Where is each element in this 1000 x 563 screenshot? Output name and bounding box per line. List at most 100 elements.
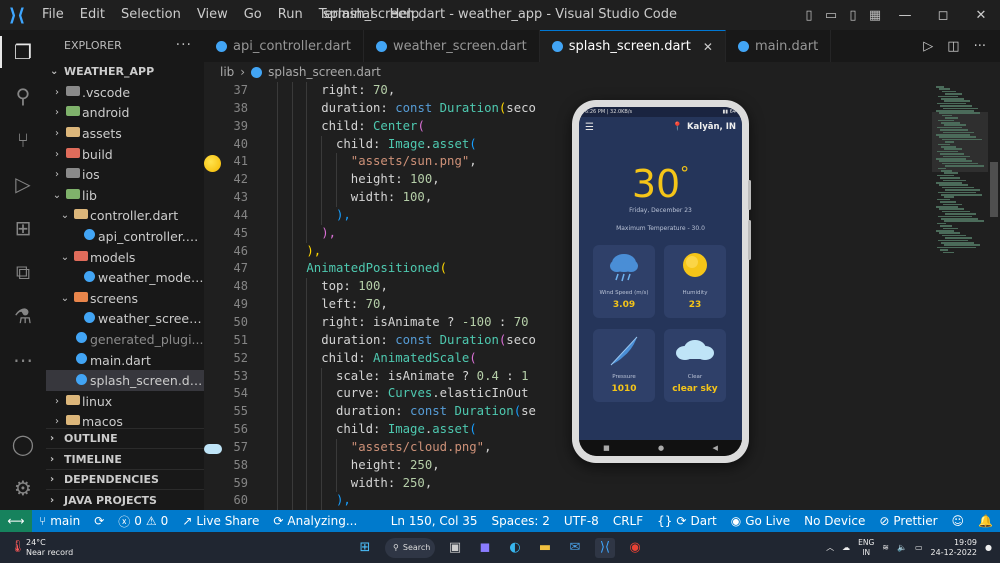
- toggle-secondary-sidebar-icon[interactable]: ▯: [842, 8, 864, 23]
- workspace-root[interactable]: ⌄ WEATHER_APP: [46, 60, 204, 82]
- minimap[interactable]: [932, 82, 988, 510]
- close-window-button[interactable]: ✕: [962, 8, 1000, 23]
- source-control-icon[interactable]: ⑂: [0, 118, 46, 162]
- device-selector[interactable]: No Device: [797, 514, 872, 528]
- live-share-button[interactable]: ↗ Live Share: [175, 514, 266, 528]
- tree-folder[interactable]: › assets: [46, 123, 204, 144]
- extensions-icon[interactable]: ⊞: [0, 206, 46, 250]
- remote-explorer-icon[interactable]: ⧉: [0, 250, 46, 294]
- prettier-button[interactable]: ⊘ Prettier: [872, 514, 944, 528]
- sync-icon[interactable]: ⟳: [87, 514, 111, 528]
- code-line[interactable]: ),: [262, 492, 932, 510]
- language-mode[interactable]: {} ⟳ Dart: [650, 514, 724, 528]
- more-icon[interactable]: ⋯: [0, 338, 46, 382]
- notification-badge-icon[interactable]: ●: [985, 543, 992, 552]
- section-java-projects[interactable]: › JAVA PROJECTS: [46, 489, 204, 510]
- editor-scrollbar[interactable]: [988, 82, 1000, 510]
- tree-file[interactable]: splash_screen.dart: [46, 370, 204, 391]
- edge-browser-icon[interactable]: ◐: [505, 538, 525, 558]
- section-outline[interactable]: › OUTLINE: [46, 427, 204, 449]
- problems-indicator[interactable]: ⓧ 0 ⚠ 0: [111, 513, 175, 530]
- search-icon[interactable]: ⚲: [0, 74, 46, 118]
- section-timeline[interactable]: › TIMELINE: [46, 448, 204, 469]
- code-editor[interactable]: 37 38 39 40 41 42 43 44 45 46 47 48 49 50 51 52 53 54 55 56…: [204, 82, 932, 510]
- cursor-position[interactable]: Ln 150, Col 35: [384, 514, 485, 528]
- breadcrumb-folder[interactable]: lib: [220, 65, 234, 79]
- input-language[interactable]: ENG IN: [858, 538, 874, 558]
- go-live-button[interactable]: ◉ Go Live: [724, 514, 797, 528]
- chrome-icon[interactable]: ◉: [625, 538, 645, 558]
- maximize-button[interactable]: ◻: [924, 8, 962, 23]
- phone-home-icon[interactable]: ●: [658, 444, 664, 452]
- menu-file[interactable]: File: [34, 0, 72, 30]
- explorer-icon[interactable]: ❐: [0, 30, 46, 74]
- menu-edit[interactable]: Edit: [72, 0, 113, 30]
- code-line[interactable]: right: 70,: [262, 82, 932, 100]
- customize-layout-icon[interactable]: ▦: [864, 8, 886, 23]
- tree-file[interactable]: weather_screen...: [46, 309, 204, 330]
- taskbar-clock[interactable]: 19:09 24-12-2022: [931, 538, 978, 558]
- phone-recents-icon[interactable]: ■: [603, 444, 610, 452]
- feedback-icon[interactable]: ☺: [945, 514, 972, 528]
- account-icon[interactable]: ◯: [0, 422, 46, 466]
- tree-folder[interactable]: › ios: [46, 164, 204, 185]
- teams-chat-icon[interactable]: ◼: [475, 538, 495, 558]
- editor-more-icon[interactable]: ···: [974, 39, 986, 54]
- tab-splash_screen-dart[interactable]: splash_screen.dart ✕: [539, 30, 726, 62]
- tab-api_controller-dart[interactable]: api_controller.dart: [204, 30, 364, 62]
- phone-back-icon[interactable]: ◀: [712, 444, 717, 452]
- run-icon[interactable]: ▷: [923, 39, 933, 54]
- menu-run[interactable]: Run: [270, 0, 311, 30]
- tab-main-dart[interactable]: main.dart: [726, 30, 832, 62]
- tree-file[interactable]: generated_plugi...: [46, 329, 204, 350]
- code-line[interactable]: width: 250,: [262, 474, 932, 493]
- hamburger-menu-icon[interactable]: ☰: [585, 122, 594, 133]
- end-of-line[interactable]: CRLF: [606, 514, 650, 528]
- breadcrumb-file[interactable]: splash_screen.dart: [268, 65, 381, 79]
- section-dependencies[interactable]: › DEPENDENCIES: [46, 468, 204, 490]
- tree-file[interactable]: main.dart: [46, 350, 204, 371]
- toggle-primary-sidebar-icon[interactable]: ▯: [798, 8, 820, 23]
- wifi-icon[interactable]: ≋: [882, 543, 889, 552]
- menu-terminal[interactable]: Terminal: [311, 0, 382, 30]
- indentation[interactable]: Spaces: 2: [485, 514, 557, 528]
- file-explorer-icon[interactable]: ▬: [535, 538, 555, 558]
- battery-icon[interactable]: ▭: [915, 543, 923, 552]
- mail-icon[interactable]: ✉: [565, 538, 585, 558]
- branch-indicator[interactable]: ⑂ main: [32, 514, 87, 528]
- taskbar-weather-widget[interactable]: 🌡 24°C Near record: [0, 538, 73, 558]
- notifications-bell-icon[interactable]: 🔔: [971, 514, 1000, 528]
- menu-help[interactable]: Help: [382, 0, 428, 30]
- tree-folder[interactable]: › build: [46, 144, 204, 165]
- tree-folder[interactable]: ⌄ models: [46, 247, 204, 268]
- scrollbar-thumb[interactable]: [990, 162, 998, 217]
- task-view-icon[interactable]: ▣: [445, 538, 465, 558]
- tray-chevron-up-icon[interactable]: ︿: [826, 542, 834, 553]
- vscode-taskbar-icon[interactable]: ⟩⟨: [595, 537, 615, 558]
- toggle-panel-icon[interactable]: ▭: [820, 8, 842, 23]
- tree-folder[interactable]: ⌄ lib: [46, 185, 204, 206]
- windows-start-icon[interactable]: ⊞: [355, 538, 375, 558]
- tree-folder[interactable]: ⌄ screens: [46, 288, 204, 309]
- onedrive-cloud-icon[interactable]: ☁: [842, 543, 850, 552]
- taskbar-search[interactable]: ⚲ Search: [385, 537, 435, 558]
- tree-folder[interactable]: ⌄ controller.dart: [46, 206, 204, 227]
- menu-go[interactable]: Go: [236, 0, 270, 30]
- testing-icon[interactable]: ⚗: [0, 294, 46, 338]
- tree-folder[interactable]: › linux: [46, 391, 204, 412]
- tree-file[interactable]: weather_model...: [46, 267, 204, 288]
- menu-selection[interactable]: Selection: [113, 0, 189, 30]
- tree-folder[interactable]: › .vscode: [46, 82, 204, 103]
- tab-weather_screen-dart[interactable]: weather_screen.dart: [364, 30, 540, 62]
- tree-file[interactable]: api_controller.d...: [46, 226, 204, 247]
- remote-indicator-icon[interactable]: ⟷: [0, 510, 32, 532]
- settings-gear-icon[interactable]: ⚙: [0, 466, 46, 510]
- run-debug-icon[interactable]: ▷: [0, 162, 46, 206]
- close-tab-icon[interactable]: ✕: [703, 40, 713, 54]
- tree-folder[interactable]: › android: [46, 103, 204, 124]
- menu-view[interactable]: View: [189, 0, 236, 30]
- explorer-more-actions-icon[interactable]: ···: [176, 37, 192, 53]
- volume-icon[interactable]: 🔈: [897, 543, 907, 552]
- minimize-button[interactable]: —: [886, 8, 924, 23]
- encoding[interactable]: UTF-8: [557, 514, 606, 528]
